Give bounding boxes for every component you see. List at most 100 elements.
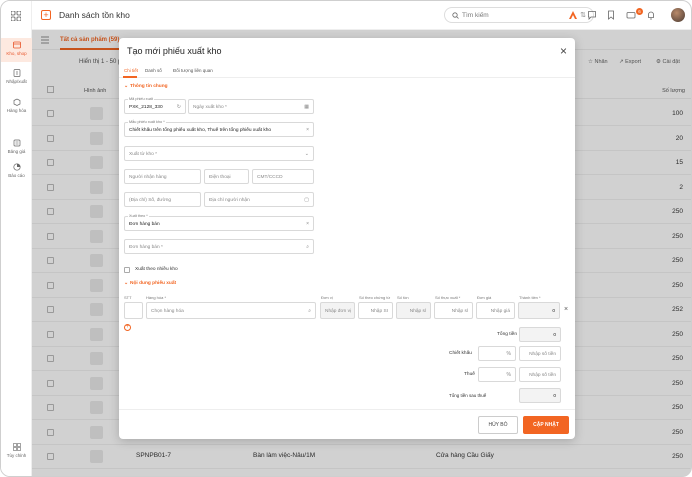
clear-icon[interactable]: × [306,221,309,227]
rail-item-warehouse[interactable]: Kho, shop [1,38,32,62]
col-doc-qty: Số theo chứng từ [359,295,391,300]
price-field[interactable]: Nhập giá [476,302,515,319]
create-export-dialog: Tạo mới phiếu xuất kho × Chi tiết Danh s… [119,38,575,439]
amount-value: 0 [552,308,555,314]
calendar-icon[interactable]: ▦ [304,104,309,110]
rail-item-customize[interactable]: Tùy chỉnh [1,443,32,458]
tab-related[interactable]: Đối tượng liên quan [173,68,213,73]
tax-unit: % [506,372,511,378]
box-icon [13,98,20,106]
section-general[interactable]: ⌄ Thông tin chung [124,84,168,89]
top-bar: + Danh sách tồn kho Tìm kiếm ⇅ 6 [32,1,691,30]
amount-field: 0 [518,302,560,319]
mail-icon[interactable] [626,10,636,20]
code-value: PXK_2128_330 [129,104,163,110]
rail-item-label: Hàng hóa [6,108,27,113]
export-type-select[interactable]: Xuất theo * Đơn hàng bán × [124,214,314,231]
date-placeholder: Ngày xuất kho * [193,104,227,110]
rail-item-label: Bảng giá [7,149,26,154]
col-stt: STT [124,295,132,300]
tab-sales[interactable]: Danh số [145,68,162,73]
rail-item-reports[interactable]: Báo cáo [1,163,32,178]
rail-item-label: Kho, shop [6,51,27,56]
clear-icon[interactable]: × [306,127,309,133]
rail-item-label: Nhập/xuất [6,79,27,84]
actual-qty-placeholder: Nhập sl [451,308,468,314]
tax-percent-field[interactable]: % [478,367,516,382]
refresh-icon[interactable]: ↻ [177,104,181,110]
product-select[interactable]: Chọn hàng hóa ⌕ [146,302,316,319]
receiver-field[interactable]: Người nhận hàng [124,169,201,184]
template-field[interactable]: Mẫu phiếu xuất kho * Chiết khấu trên tổn… [124,120,314,137]
discount-percent-field[interactable]: % [478,346,516,361]
export-type-value: Đơn hàng bán [129,221,160,227]
receiver-address-placeholder: Địa chỉ người nhận [209,197,250,203]
template-value: Chiết khấu trên tổng phiếu xuất kho, Thu… [129,127,272,133]
sales-order-field[interactable]: Đơn hàng bán * ⌕ [124,239,314,254]
apps-grid-icon[interactable] [11,11,21,21]
discount-label: Chiết khấu [449,351,472,356]
report-icon [12,163,21,171]
import-export-icon [13,69,20,77]
id-field[interactable]: CMT/CCCD [252,169,314,184]
rail-item-price-list[interactable]: Bảng giá [1,139,32,154]
bell-icon[interactable] [646,10,656,20]
col-price: Đơn giá [477,295,492,300]
discount-amount-field[interactable]: Nhập số tiền [519,346,561,361]
left-rail: Kho, shop Nhập/xuất Hàng hóa Bảng giá Bá… [1,1,32,476]
total-field: 0 [519,327,561,342]
dialog-footer: HỦY BỎ CẬP NHẬT [119,409,575,439]
cancel-button[interactable]: HỦY BỎ [478,416,518,434]
phone-placeholder: Điện thoại [209,174,231,180]
tax-amount-field[interactable]: Nhập số tiền [519,367,561,382]
warehouse-select[interactable]: Xuất từ kho * ⌄ [124,146,314,161]
sort-icon[interactable]: ⇅ [580,11,586,19]
warehouse-icon [12,41,21,49]
after-tax-value: 0 [553,393,556,399]
customize-icon [12,443,21,451]
submit-button[interactable]: CẬP NHẬT [523,416,569,434]
section-general-title: Thông tin chung [130,84,168,89]
address-book-icon[interactable]: ▢ [304,197,309,203]
col-unit: Đơn vị [321,295,333,300]
section-items[interactable]: ⌄ Nội dung phiếu xuất [124,281,176,286]
discount-amount-placeholder: Nhập số tiền [529,351,556,357]
tax-label: Thuế [464,372,475,377]
actual-qty-field[interactable]: Nhập sl [434,302,473,319]
chevron-down-icon: ⌄ [124,281,129,286]
notification-badge: 6 [636,8,643,15]
chat-icon[interactable] [587,10,597,20]
add-row-icon[interactable]: + [124,324,131,331]
col-stock: Số tồn [397,295,409,300]
address-field[interactable]: (Địa chỉ) Số, đường [124,192,201,207]
search-icon[interactable]: ⌕ [306,244,309,250]
search-icon[interactable]: ⌕ [308,308,311,314]
export-type-label: Xuất theo * [128,214,149,218]
multi-warehouse-checkbox[interactable] [124,267,130,273]
add-button[interactable]: + [41,10,51,20]
order-placeholder: Đơn hàng bán * [129,244,163,250]
stock-field: Nhập sl [396,302,431,319]
doc-qty-field[interactable]: Nhập SI [358,302,393,319]
remove-row-icon[interactable]: × [564,306,568,313]
row-stt-cell [124,302,143,319]
total-label: Tổng tiền [496,332,517,337]
dialog-title: Tạo mới phiếu xuất kho [127,46,222,56]
code-field[interactable]: Mã phiếu xuất PXK_2128_330 ↻ [124,97,186,114]
tax-amount-placeholder: Nhập số tiền [529,372,556,378]
template-label: Mẫu phiếu xuất kho * [128,120,166,124]
rail-item-label: Báo cáo [8,173,25,178]
tab-details[interactable]: Chi tiết [124,68,138,73]
avatar[interactable] [671,8,685,22]
app-window: Kho, shop Nhập/xuất Hàng hóa Bảng giá Bá… [0,0,692,477]
export-date-field[interactable]: Ngày xuất kho * ▦ [188,99,314,114]
rail-item-products[interactable]: Hàng hóa [1,98,32,113]
bookmark-icon[interactable] [606,10,616,20]
price-placeholder: Nhập giá [490,308,510,314]
rail-item-import-export[interactable]: Nhập/xuất [1,69,32,84]
receiver-address-field[interactable]: Địa chỉ người nhận ▢ [204,192,314,207]
close-icon[interactable]: × [560,44,567,58]
chevron-down-icon: ⌄ [124,84,129,89]
total-value: 0 [553,332,556,338]
phone-field[interactable]: Điện thoại [204,169,249,184]
